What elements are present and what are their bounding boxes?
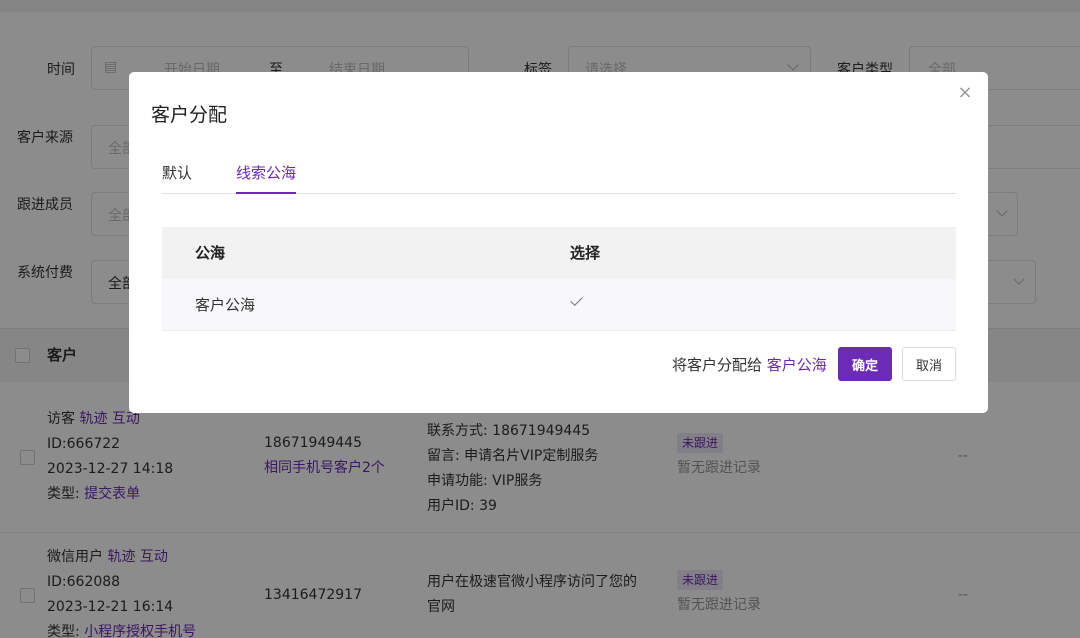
close-icon[interactable]: × — [955, 83, 975, 103]
assign-text: 将客户分配给 — [672, 356, 763, 374]
tab-lead-pool[interactable]: 线索公海 — [236, 162, 296, 184]
assign-summary: 将客户分配给 客户公海 — [672, 354, 827, 375]
checkmark-icon[interactable] — [570, 293, 583, 307]
column-pool: 公海 — [195, 244, 226, 262]
modal-tabs: 默认 线索公海 — [162, 162, 956, 194]
table-row[interactable]: 客户公海 — [162, 279, 956, 331]
confirm-button[interactable]: 确定 — [838, 347, 892, 381]
pool-table-header: 公海 选择 — [162, 227, 956, 279]
assign-customer-modal: 客户分配 × 默认 线索公海 公海 选择 客户公海 将客户分配给 客户公海 确定… — [129, 72, 988, 413]
assign-target: 客户公海 — [766, 356, 827, 374]
column-select: 选择 — [570, 244, 601, 262]
modal-title: 客户分配 — [151, 104, 228, 126]
pool-name: 客户公海 — [195, 296, 256, 314]
cancel-button[interactable]: 取消 — [902, 347, 956, 381]
tab-default[interactable]: 默认 — [162, 162, 192, 184]
active-tab-indicator — [236, 192, 296, 194]
